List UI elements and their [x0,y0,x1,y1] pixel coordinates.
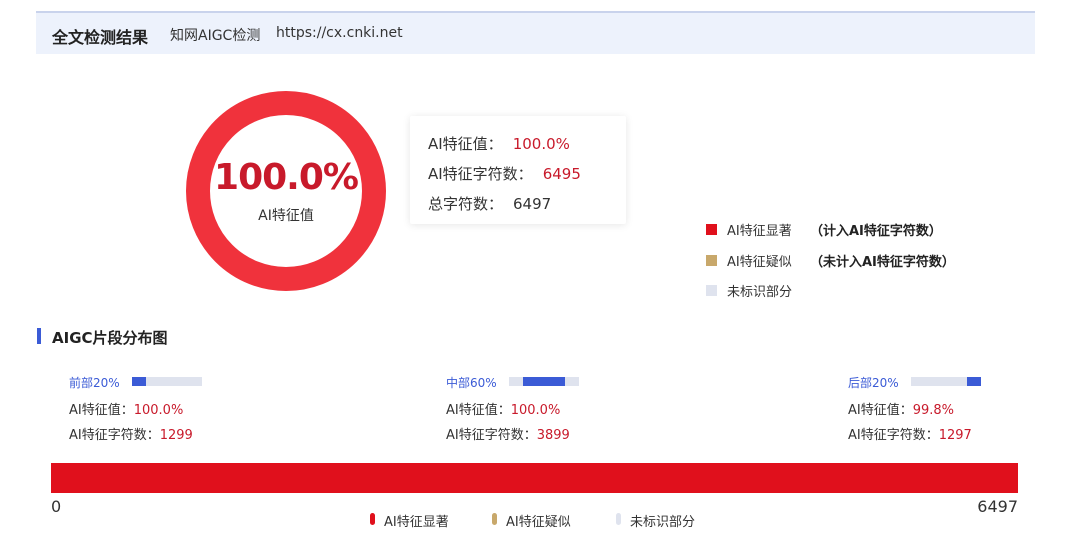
segment-front-ai-value-label: AI特征值： [69,403,134,418]
segment-back-indicator-fill [967,377,981,386]
legend-label-unmarked: 未标识部分 [727,285,793,300]
summary-total-chars-row: 总字符数： 6497 [428,193,551,214]
segment-middle-ai-chars: 3899 [536,428,570,443]
segment-middle-ai-value-row: AI特征值：100.0% [446,399,560,418]
segment-back-ai-chars-label: AI特征字符数： [848,428,939,443]
summary-ai-chars-row: AI特征字符数： 6495 [428,163,581,184]
summary-ai-value-label: AI特征值： [428,135,503,153]
segment-front-ai-chars: 1299 [159,428,193,443]
axis-start-label: 0 [51,497,62,516]
segment-front-title: 前部20% [69,376,120,390]
page-subtitle: 知网AIGC检测 [170,28,261,44]
axis-end-label: 6497 [977,497,1018,516]
summary-ai-value-row: AI特征值： 100.0% [428,133,570,154]
segment-middle-ai-value: 100.0% [510,403,561,418]
segment-middle-ai-value-label: AI特征值： [446,403,511,418]
segment-front-indicator-fill [132,377,146,386]
segment-front-ai-value: 100.0% [133,403,184,418]
segment-middle-indicator-fill [523,377,565,386]
site-url-link[interactable]: https://cx.cnki.net [276,25,403,41]
distribution-title: AIGC片段分布图 [52,329,168,347]
section-marker [37,328,41,344]
legend-label-significant: AI特征显著 [727,224,792,239]
summary-total-chars: 6497 [513,195,552,213]
segment-front-ai-value-row: AI特征值：100.0% [69,399,183,418]
header-bar: 全文检测结果 知网AIGC检测 https://cx.cnki.net [36,13,1035,54]
bottom-legend-swatch-unmarked [616,513,621,525]
ai-ratio-ring: 100.0% AI特征值 [186,91,386,291]
summary-ai-chars-label: AI特征字符数： [428,165,533,183]
legend-label-suspected: AI特征疑似 [727,255,792,270]
segment-back-title: 后部20% [848,376,899,390]
segment-back-ai-chars: 1297 [938,428,972,443]
summary-total-chars-label: 总字符数： [428,195,504,213]
bottom-legend-label-suspected: AI特征疑似 [506,515,571,530]
distribution-span-0-0 [51,463,1018,493]
bottom-legend-swatch-suspected [492,513,497,525]
segment-middle-title: 中部60% [446,376,497,390]
segment-middle-indicator [509,377,579,386]
bottom-legend-label-significant: AI特征显著 [384,515,449,530]
distribution-bar [51,463,1018,493]
segment-back-ai-chars-row: AI特征字符数：1297 [848,424,972,443]
segment-front-ai-chars-label: AI特征字符数： [69,428,160,443]
bottom-legend-label-unmarked: 未标识部分 [630,515,696,530]
ring-percent: 100.0% [214,157,359,198]
segment-front-ai-chars-row: AI特征字符数：1299 [69,424,193,443]
legend-note-suspected: （未计入AI特征字符数） [810,255,955,270]
segment-back-ai-value-label: AI特征值： [848,403,913,418]
page-title: 全文检测结果 [52,28,149,47]
segment-front-indicator [132,377,202,386]
segment-back-indicator [911,377,981,386]
segment-back-ai-value-row: AI特征值：99.8% [848,399,954,418]
summary-ai-chars: 6495 [542,165,581,183]
legend-swatch-unmarked [706,285,717,296]
segment-middle-ai-chars-row: AI特征字符数：3899 [446,424,570,443]
ring-label: AI特征值 [258,208,314,224]
segment-back-ai-value: 99.8% [912,403,955,418]
legend-swatch-significant [706,224,717,235]
legend-note-significant: （计入AI特征字符数） [810,224,942,239]
legend-swatch-suspected [706,255,717,266]
segment-middle-ai-chars-label: AI特征字符数： [446,428,537,443]
summary-card: AI特征值： 100.0% AI特征字符数： 6495 总字符数： 6497 [410,116,626,224]
bottom-legend-swatch-significant [370,513,375,525]
summary-ai-value: 100.0% [512,135,570,153]
